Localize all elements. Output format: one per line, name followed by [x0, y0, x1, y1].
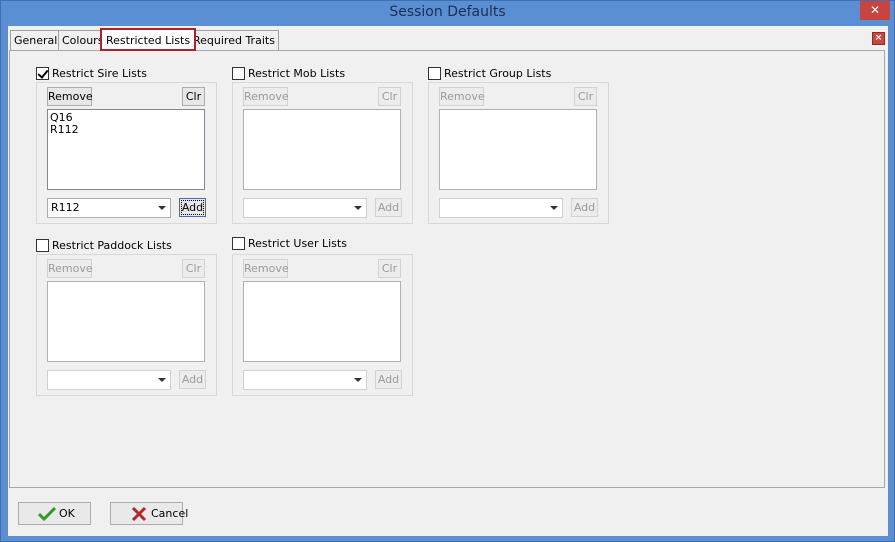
session-defaults-window: Session Defaults ✕ General Colours Restr… — [0, 0, 895, 542]
sire-clr-button[interactable]: Clr — [182, 87, 205, 106]
sire-remove-button[interactable]: Remove — [47, 87, 93, 106]
restrict-user-checkbox[interactable]: Restrict User Lists — [232, 236, 347, 250]
group-clr-button[interactable]: Clr — [574, 87, 597, 106]
cancel-x-icon — [131, 506, 147, 522]
chevron-down-icon — [354, 378, 362, 382]
restrict-paddock-checkbox[interactable]: Restrict Paddock Lists — [36, 238, 172, 252]
user-clr-button[interactable]: Clr — [378, 259, 401, 278]
tab-strip: General Colours Restricted Lists Require… — [8, 26, 888, 51]
restrict-sire-label: Restrict Sire Lists — [52, 66, 147, 80]
title-bar[interactable]: Session Defaults ✕ — [1, 1, 894, 25]
chevron-down-icon — [158, 378, 166, 382]
sire-group-box: Remove Clr Q16 R112 R112 Add — [36, 82, 217, 224]
tab-required-traits[interactable]: Required Traits — [189, 30, 279, 50]
ok-label: OK — [59, 507, 75, 520]
restrict-user-label: Restrict User Lists — [248, 236, 347, 250]
paddock-listbox[interactable] — [47, 281, 205, 362]
checkbox-unchecked-icon — [36, 238, 49, 252]
group-combo[interactable] — [439, 198, 563, 218]
restrict-group-label: Restrict Group Lists — [444, 66, 552, 80]
user-group-box: Remove Clr Add — [232, 254, 413, 396]
sire-add-button[interactable]: Add — [179, 198, 206, 217]
restrict-group-checkbox[interactable]: Restrict Group Lists — [428, 66, 551, 80]
cancel-button[interactable]: Cancel — [110, 502, 188, 525]
ok-button[interactable]: OK — [18, 502, 91, 525]
sire-listbox[interactable]: Q16 R112 — [47, 109, 205, 190]
user-combo[interactable] — [243, 370, 367, 390]
paddock-group-box: Remove Clr Add — [36, 254, 217, 396]
chevron-down-icon — [550, 206, 558, 210]
mob-combo[interactable] — [243, 198, 367, 218]
checkbox-checked-icon — [36, 66, 49, 80]
sire-combo[interactable]: R112 — [47, 198, 171, 218]
restrict-mob-label: Restrict Mob Lists — [248, 66, 346, 80]
mob-clr-button[interactable]: Clr — [378, 87, 401, 106]
tab-restricted-lists[interactable]: Restricted Lists — [100, 28, 197, 51]
paddock-add-button[interactable]: Add — [179, 370, 206, 389]
window-close-button[interactable]: ✕ — [860, 1, 890, 20]
checkbox-unchecked-icon — [232, 66, 245, 80]
list-item[interactable]: R112 — [50, 124, 202, 136]
window-title: Session Defaults — [389, 4, 506, 20]
sire-combo-value: R112 — [51, 201, 80, 214]
cancel-label: Cancel — [151, 507, 189, 520]
tab-general[interactable]: General — [10, 30, 62, 50]
chevron-down-icon — [354, 206, 362, 210]
paddock-combo[interactable] — [47, 370, 171, 390]
restrict-sire-checkbox[interactable]: Restrict Sire Lists — [36, 66, 147, 80]
mob-add-button[interactable]: Add — [375, 198, 402, 217]
checkmark-icon — [38, 506, 56, 522]
group-listbox[interactable] — [439, 109, 597, 190]
group-add-button[interactable]: Add — [571, 198, 598, 217]
restrict-mob-checkbox[interactable]: Restrict Mob Lists — [232, 66, 345, 80]
user-listbox[interactable] — [243, 281, 401, 362]
checkbox-unchecked-icon — [428, 66, 441, 80]
user-add-button[interactable]: Add — [375, 370, 402, 389]
mob-listbox[interactable] — [243, 109, 401, 190]
user-remove-button[interactable]: Remove — [243, 259, 289, 278]
chevron-down-icon — [158, 206, 166, 210]
paddock-clr-button[interactable]: Clr — [182, 259, 205, 278]
group-group-box: Remove Clr Add — [428, 82, 609, 224]
dialog-client-area: General Colours Restricted Lists Require… — [8, 26, 888, 536]
paddock-remove-button[interactable]: Remove — [47, 259, 93, 278]
mob-group-box: Remove Clr Add — [232, 82, 413, 224]
checkbox-unchecked-icon — [232, 236, 245, 250]
group-remove-button[interactable]: Remove — [439, 87, 485, 106]
mob-remove-button[interactable]: Remove — [243, 87, 289, 106]
restricted-lists-panel: Restrict Sire Lists Remove Clr Q16 R112 … — [9, 50, 885, 488]
tab-close-icon[interactable]: × — [872, 32, 885, 45]
restrict-paddock-label: Restrict Paddock Lists — [52, 238, 172, 252]
